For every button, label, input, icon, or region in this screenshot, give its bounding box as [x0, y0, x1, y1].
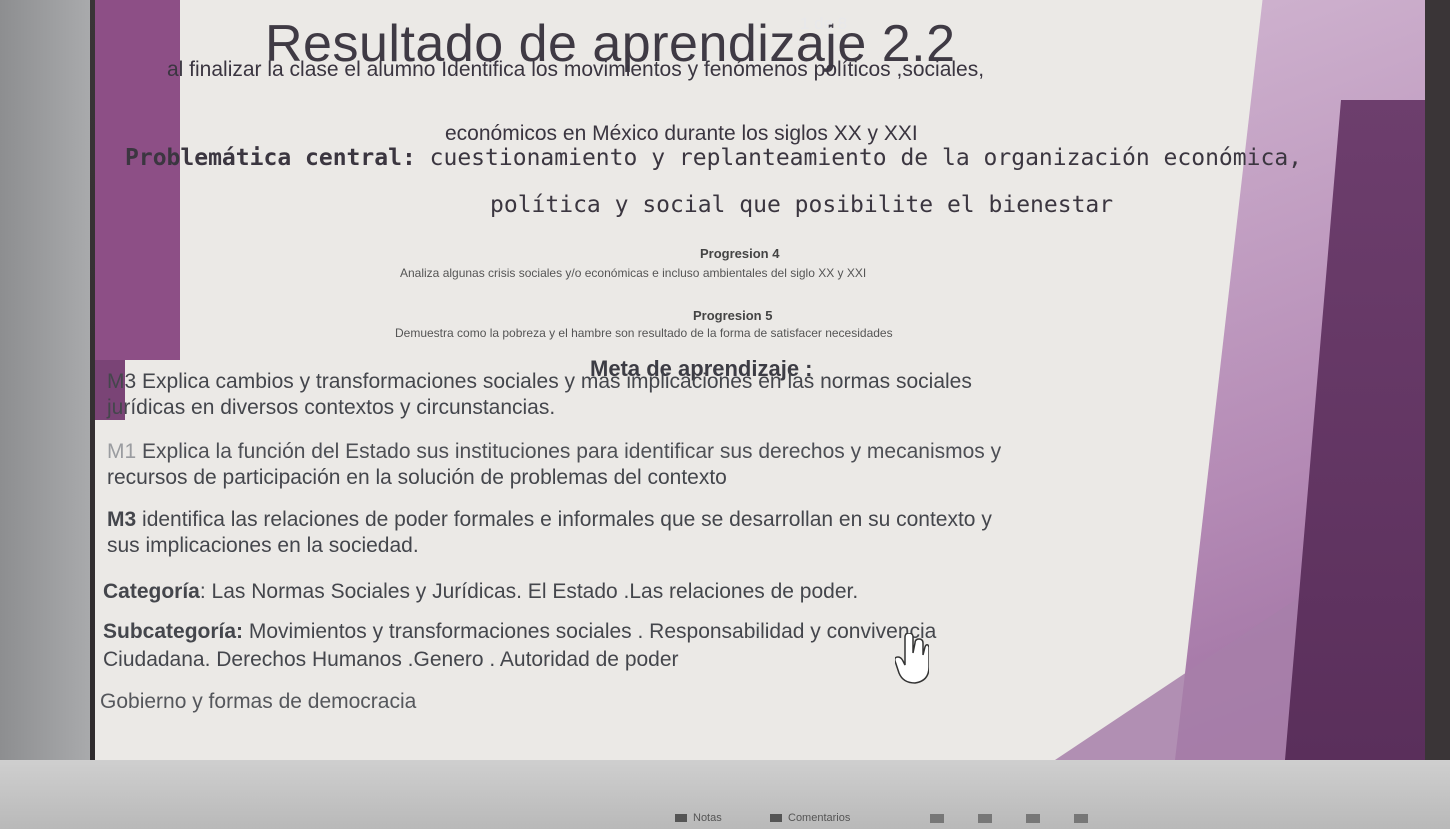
meta-m3b-code: M3 — [107, 508, 137, 531]
notes-label: Notas — [693, 812, 722, 824]
notes-button[interactable]: Notas — [675, 812, 722, 824]
comments-icon — [770, 814, 782, 823]
slide-subtitle-line1: al finalizar la clase el alumno Identifi… — [167, 58, 985, 81]
normal-view-icon[interactable] — [930, 814, 944, 823]
progresion5-heading: Progresion 5 — [693, 308, 773, 323]
progresion5-text: Demuestra como la pobreza y el hambre so… — [395, 326, 893, 340]
meta-m1-line2: recursos de participación en la solución… — [107, 466, 727, 489]
comments-label: Comentarios — [788, 812, 851, 824]
status-bar — [0, 760, 1450, 829]
slide-sorter-icon[interactable] — [978, 814, 992, 823]
meta-m1-line1: M1 Explica la función del Estado sus ins… — [107, 440, 1001, 464]
slide-thumbnail-panel[interactable] — [0, 0, 90, 760]
meta-m3a-line2: jurídicas en diversos contextos y circun… — [107, 396, 556, 419]
hand-cursor-icon — [895, 633, 929, 684]
decor-purple-band-left — [95, 0, 180, 360]
progresion4-heading: Progresion 4 — [700, 246, 780, 261]
problematica-line2: política y social que posibilite el bien… — [490, 192, 1114, 218]
problematica-line1: Problemática central: cuestionamiento y … — [125, 145, 1302, 171]
subcategoria-text: Movimientos y transformaciones sociales … — [243, 620, 937, 643]
meta-m3a-code: M3 — [107, 370, 137, 393]
page-counter: 1 de 8 — [800, 14, 848, 33]
notes-icon — [675, 814, 687, 823]
slide-canvas: Resultado de aprendizaje 2.2 al finaliza… — [95, 0, 1425, 760]
meta-m1-text: Explica la función del Estado sus instit… — [136, 440, 1002, 463]
slideshow-icon[interactable] — [1074, 814, 1088, 823]
progresion4-text: Analiza algunas crisis sociales y/o econ… — [400, 266, 867, 280]
subcategoria-line1: Subcategoría: Movimientos y transformaci… — [103, 620, 936, 644]
categoria-text: : Las Normas Sociales y Jurídicas. El Es… — [199, 580, 859, 603]
subcategoria-label: Subcategoría: — [103, 620, 244, 643]
presentation-viewer: Resultado de aprendizaje 2.2 al finaliza… — [0, 0, 1450, 829]
comments-button[interactable]: Comentarios — [770, 812, 850, 824]
vertical-scrollbar[interactable] — [1425, 0, 1450, 760]
meta-m1-code: M1 — [107, 440, 137, 463]
view-mode-icons — [930, 810, 1122, 828]
reading-view-icon[interactable] — [1026, 814, 1040, 823]
meta-m3a-text: Explica cambios y transformaciones socia… — [136, 370, 972, 393]
problematica-text: cuestionamiento y replanteamiento de la … — [415, 145, 1303, 171]
meta-m3b-line1: M3 identifica las relaciones de poder fo… — [107, 508, 992, 532]
meta-m3a-line1: M3 Explica cambios y transformaciones so… — [107, 370, 972, 394]
subcategoria-line3: Gobierno y formas de democracia — [100, 690, 417, 713]
meta-m3b-line2: sus implicaciones en la sociedad. — [107, 534, 419, 557]
problematica-label: Problemática central: — [125, 145, 416, 171]
categoria-line: Categoría: Las Normas Sociales y Jurídic… — [103, 580, 858, 604]
categoria-label: Categoría — [103, 580, 200, 603]
meta-m3b-text: identifica las relaciones de poder forma… — [136, 508, 992, 531]
slide-subtitle-line2: económicos en México durante los siglos … — [445, 122, 918, 145]
subcategoria-line2: Ciudadana. Derechos Humanos .Genero . Au… — [103, 648, 679, 671]
